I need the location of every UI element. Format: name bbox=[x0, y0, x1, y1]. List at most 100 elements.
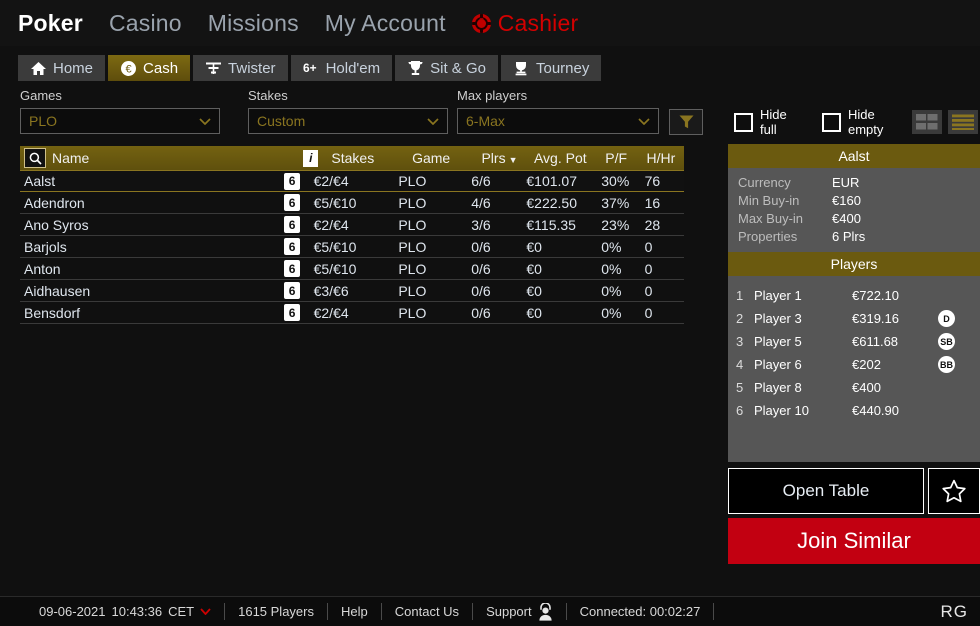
column-header-game[interactable]: Game bbox=[412, 150, 481, 166]
grid-view-toggle[interactable] bbox=[912, 110, 942, 134]
games-dropdown[interactable]: PLO bbox=[20, 108, 220, 134]
table-row[interactable]: Ano Syros 6 €2/€4 PLO 3/6 €115.35 23% 28 bbox=[20, 214, 684, 236]
tab-home[interactable]: Home bbox=[18, 55, 106, 81]
cell-pf: 0% bbox=[601, 282, 622, 299]
nav-item-poker[interactable]: Poker bbox=[18, 10, 83, 37]
table-info-row: Properties 6 Plrs bbox=[738, 227, 970, 245]
status-divider bbox=[713, 603, 715, 620]
nav-item-missions[interactable]: Missions bbox=[208, 10, 299, 37]
cell-stakes: €5/€10 bbox=[313, 238, 357, 255]
max-players-dropdown[interactable]: 6-Max bbox=[457, 108, 659, 134]
tab-twister[interactable]: Twister bbox=[193, 55, 288, 81]
nav-item-casino[interactable]: Casino bbox=[109, 10, 182, 37]
max-players-badge: 6 bbox=[284, 282, 301, 299]
tab-cash[interactable]: € Cash bbox=[108, 55, 191, 81]
status-help-link[interactable]: Help bbox=[328, 604, 381, 619]
tab-twister-label: Twister bbox=[228, 59, 276, 77]
cell-hhr: 76 bbox=[644, 173, 661, 189]
player-seat-index: 6 bbox=[736, 403, 744, 418]
column-header-stakes[interactable]: Stakes bbox=[331, 150, 412, 166]
column-header-plrs[interactable]: Plrs ▼ bbox=[481, 150, 534, 166]
cell-pf: 0% bbox=[601, 238, 622, 255]
table-action-row: Open Table bbox=[728, 468, 980, 514]
cell-hhr: 16 bbox=[644, 194, 661, 211]
player-seat-index: 5 bbox=[736, 380, 744, 395]
column-header-avg-pot[interactable]: Avg. Pot bbox=[534, 150, 605, 166]
filter-button[interactable] bbox=[669, 109, 703, 135]
player-stack: €440.90 bbox=[852, 403, 899, 418]
cell-max-players-badge: 6 bbox=[284, 238, 314, 255]
max-players-badge: 6 bbox=[284, 304, 301, 321]
funnel-icon bbox=[679, 115, 693, 129]
player-stack: €611.68 bbox=[852, 334, 899, 349]
cell-game: PLO bbox=[398, 238, 427, 255]
players-list: 1 Player 1 €722.10 2 Player 3 €319.16 D 3 Player… bbox=[728, 276, 980, 462]
table-row[interactable]: Barjols 6 €5/€10 PLO 0/6 €0 0% 0 bbox=[20, 236, 684, 258]
cell-hhr: 0 bbox=[644, 238, 653, 255]
games-dropdown-value: PLO bbox=[29, 113, 58, 129]
table-row[interactable]: Anton 6 €5/€10 PLO 0/6 €0 0% 0 bbox=[20, 258, 684, 280]
cell-game: PLO bbox=[398, 282, 427, 299]
open-table-button[interactable]: Open Table bbox=[728, 468, 924, 514]
selected-table-title: Aalst bbox=[728, 144, 980, 168]
status-support-link[interactable]: Support bbox=[473, 602, 566, 621]
games-filter-group: Games PLO bbox=[20, 88, 220, 134]
table-info-key: Min Buy-in bbox=[738, 192, 800, 208]
column-header-info[interactable]: i bbox=[303, 149, 331, 167]
cell-name: Anton bbox=[24, 260, 61, 277]
table-info-key: Max Buy-in bbox=[738, 210, 804, 226]
hide-full-checkbox[interactable]: Hide full bbox=[734, 107, 787, 137]
grid-view-icon bbox=[916, 114, 938, 130]
player-row: 4 Player 6 €202 BB bbox=[736, 353, 970, 376]
cell-game: PLO bbox=[398, 173, 427, 189]
tab-holdem[interactable]: 6+ Hold'em bbox=[290, 55, 393, 81]
table-row[interactable]: Aidhausen 6 €3/€6 PLO 0/6 €0 0% 0 bbox=[20, 280, 684, 302]
table-row[interactable]: Aalst 6 €2/€4 PLO 6/6 €101.07 30% 76 bbox=[20, 170, 684, 192]
table-row[interactable]: Bensdorf 6 €2/€4 PLO 0/6 €0 0% 0 bbox=[20, 302, 684, 324]
status-timezone: CET bbox=[168, 604, 195, 619]
player-row: 6 Player 10 €440.90 bbox=[736, 399, 970, 422]
search-input[interactable] bbox=[24, 148, 46, 168]
tab-sit-and-go[interactable]: Sit & Go bbox=[395, 55, 498, 81]
cell-name: Ano Syros bbox=[24, 216, 89, 233]
table-row[interactable]: Adendron 6 €5/€10 PLO 4/6 €222.50 37% 16 bbox=[20, 192, 684, 214]
nav-item-cashier[interactable]: Cashier bbox=[471, 10, 579, 37]
column-header-hhr[interactable]: H/Hr bbox=[647, 150, 685, 166]
column-header-name[interactable]: Name bbox=[52, 150, 303, 166]
player-name: Player 3 bbox=[754, 311, 802, 326]
table-info-value: €400 bbox=[832, 210, 861, 226]
view-options-row: Hide full Hide empty bbox=[728, 100, 980, 144]
svg-text:€: € bbox=[125, 63, 131, 75]
favorite-button[interactable] bbox=[928, 468, 980, 514]
column-header-pf[interactable]: P/F bbox=[605, 150, 646, 166]
hide-empty-label-line2: empty bbox=[848, 122, 884, 137]
right-side-panel: Hide full Hide empty Aalst Currency EUR … bbox=[728, 100, 980, 564]
list-view-icon bbox=[952, 114, 974, 130]
hide-empty-checkbox[interactable]: Hide empty bbox=[822, 107, 883, 137]
cell-max-players-badge: 6 bbox=[284, 260, 314, 277]
games-filter-label: Games bbox=[20, 88, 62, 103]
tab-tourney[interactable]: Tourney bbox=[500, 55, 602, 81]
status-contact-us-link[interactable]: Contact Us bbox=[382, 604, 472, 619]
player-seat-index: 1 bbox=[736, 288, 744, 303]
cell-pf: 37% bbox=[601, 194, 630, 211]
max-players-filter-label: Max players bbox=[457, 88, 528, 103]
join-similar-button[interactable]: Join Similar bbox=[728, 518, 980, 564]
cell-game: PLO bbox=[398, 216, 427, 233]
cell-plrs: 0/6 bbox=[471, 260, 491, 277]
tab-cash-label: Cash bbox=[143, 59, 179, 77]
top-navigation-bar: Poker Casino Missions My Account Cashier bbox=[0, 0, 980, 46]
cell-plrs: 3/6 bbox=[471, 216, 491, 233]
cell-plrs: 6/6 bbox=[471, 173, 491, 189]
stakes-dropdown[interactable]: Custom bbox=[248, 108, 448, 134]
status-support-label: Support bbox=[486, 604, 532, 619]
cell-avg-pot: €101.07 bbox=[526, 173, 577, 189]
nav-item-my-account[interactable]: My Account bbox=[325, 10, 446, 37]
responsible-gaming-link[interactable]: RG bbox=[941, 602, 969, 622]
player-seat-index: 3 bbox=[736, 334, 744, 349]
cell-stakes: €3/€6 bbox=[313, 282, 349, 299]
list-view-toggle[interactable] bbox=[948, 110, 978, 134]
status-datetime[interactable]: 09-06-2021 10:43:36 CET bbox=[26, 604, 224, 619]
max-players-badge: 6 bbox=[284, 194, 301, 211]
cell-name: Barjols bbox=[24, 238, 67, 255]
